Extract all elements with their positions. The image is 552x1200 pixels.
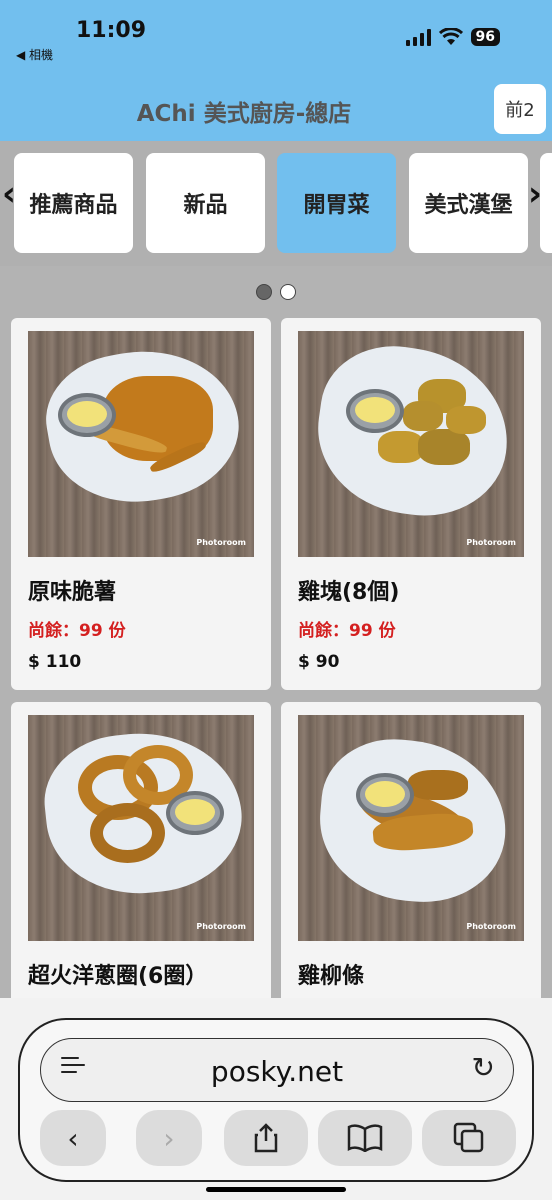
battery-icon: 96 xyxy=(470,28,500,46)
home-indicator xyxy=(206,1187,346,1192)
share-icon[interactable] xyxy=(224,1110,308,1166)
product-image-onion-rings: Photoroom xyxy=(28,715,254,941)
category-tab-appetizers[interactable]: 開胃菜 xyxy=(277,153,396,253)
product-name: 原味脆薯 xyxy=(28,580,117,605)
wifi-icon xyxy=(438,28,463,45)
product-image-chicken-strips: Photoroom xyxy=(298,715,524,941)
signal-icon xyxy=(405,28,431,46)
status-time: 11:09 xyxy=(76,18,147,43)
category-tab-recommended[interactable]: 推薦商品 xyxy=(14,153,133,253)
product-image-fries: Photoroom xyxy=(28,331,254,557)
tabs-icon[interactable] xyxy=(422,1110,516,1166)
product-name: 超火洋蔥圈(6圈） xyxy=(28,964,208,989)
language-button[interactable]: 前2 xyxy=(494,84,546,134)
back-icon[interactable]: ‹ xyxy=(40,1110,106,1166)
photoroom-watermark: Photoroom xyxy=(196,538,246,547)
product-price: $ 110 xyxy=(28,652,82,672)
scroll-left-arrow-icon[interactable]: ‹ xyxy=(2,177,16,211)
product-stock: 尚餘：99 份 xyxy=(28,621,126,641)
category-tab-burgers[interactable]: 美式漢堡 xyxy=(409,153,528,253)
category-tab-new[interactable]: 新品 xyxy=(146,153,265,253)
product-card[interactable]: Photoroom 超火洋蔥圈(6圈） xyxy=(11,702,271,1000)
product-card[interactable]: Photoroom 雞塊(8個) 尚餘：99 份 $ 90 xyxy=(281,318,541,690)
address-bar[interactable]: posky.net ↻ xyxy=(40,1038,514,1102)
back-to-camera-link[interactable]: ◀ 相機 xyxy=(16,46,53,63)
carousel-dots xyxy=(0,284,552,300)
photoroom-watermark: Photoroom xyxy=(196,922,246,931)
url-text[interactable]: posky.net xyxy=(41,1055,513,1088)
product-card[interactable]: Photoroom 雞柳條 xyxy=(281,702,541,1000)
product-grid: Photoroom 原味脆薯 尚餘：99 份 $ 110 Photoroom 雞… xyxy=(0,266,552,1000)
reload-icon[interactable]: ↻ xyxy=(472,1051,495,1084)
product-card[interactable]: Photoroom 原味脆薯 尚餘：99 份 $ 110 xyxy=(11,318,271,690)
photoroom-watermark: Photoroom xyxy=(466,922,516,931)
category-bar: 推薦商品 新品 開胃菜 美式漢堡 ‹ › xyxy=(0,141,552,266)
product-stock: 尚餘：99 份 xyxy=(298,621,396,641)
product-price: $ 90 xyxy=(298,652,340,672)
forward-icon[interactable]: › xyxy=(136,1110,202,1166)
page-title: AChi 美式廚房-總店 xyxy=(136,101,352,127)
scroll-right-arrow-icon[interactable]: › xyxy=(528,177,542,211)
app-header: 11:09 ◀ 相機 96 AChi 美式廚房-總店 前2 xyxy=(0,0,552,141)
product-name: 雞柳條 xyxy=(298,964,365,989)
browser-toolbar: posky.net ↻ ‹ › xyxy=(0,998,552,1200)
carousel-dot-2[interactable] xyxy=(280,284,296,300)
photoroom-watermark: Photoroom xyxy=(466,538,516,547)
browser-toolbar-frame: posky.net ↻ ‹ › xyxy=(18,1018,534,1182)
product-name: 雞塊(8個) xyxy=(298,580,400,605)
bookmarks-icon[interactable] xyxy=(318,1110,412,1166)
product-image-nuggets: Photoroom xyxy=(298,331,524,557)
carousel-dot-1[interactable] xyxy=(256,284,272,300)
status-icons: 96 xyxy=(405,28,500,46)
